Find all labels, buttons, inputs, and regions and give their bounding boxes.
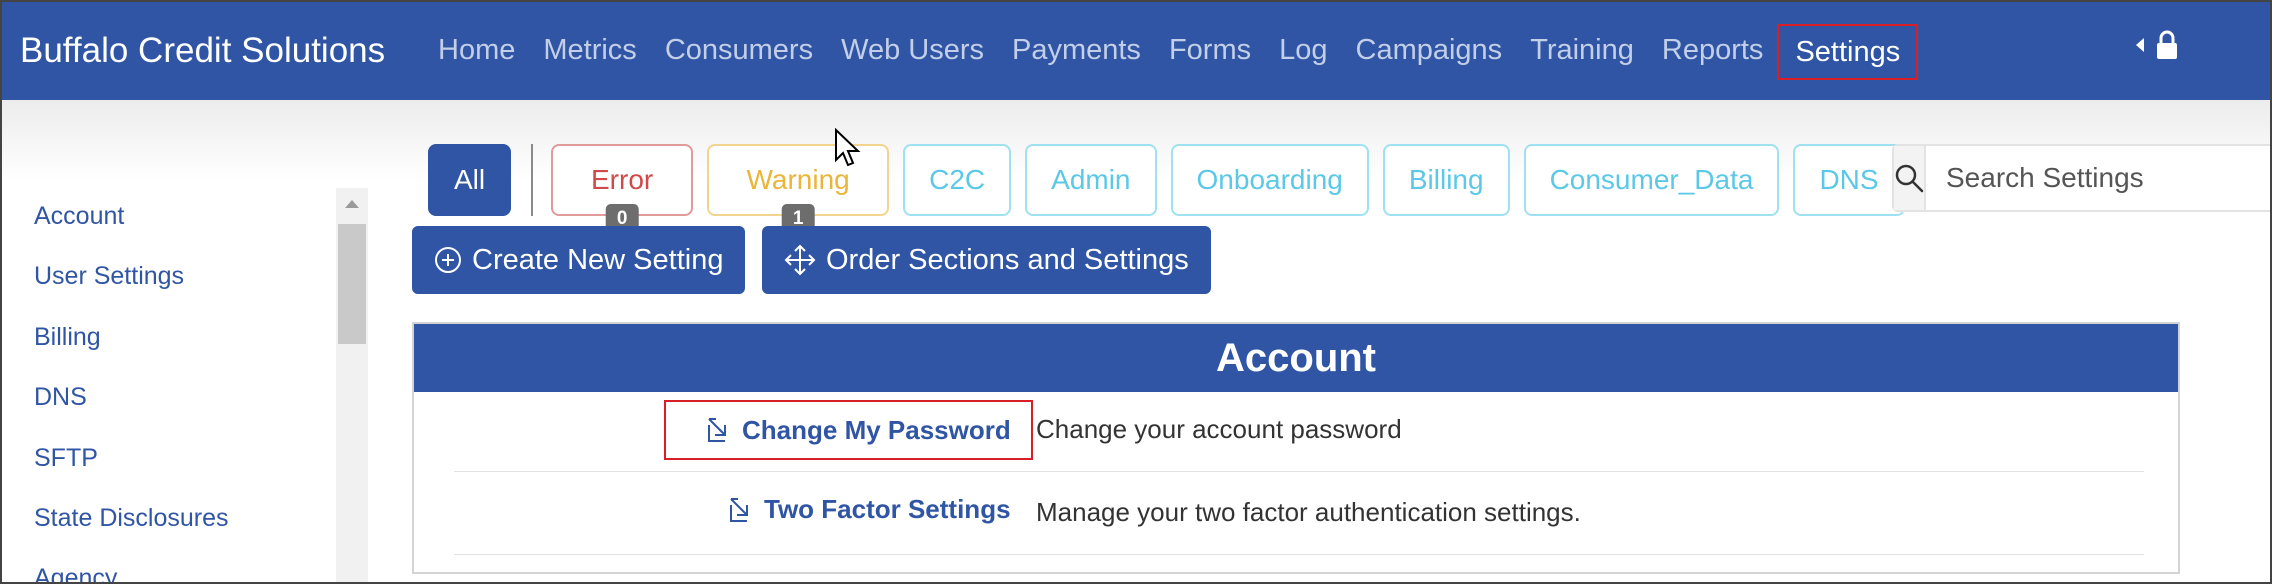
nav-payments[interactable]: Payments [998, 24, 1155, 80]
scrollbar-thumb[interactable] [338, 224, 366, 344]
filter-divider [531, 144, 534, 216]
create-new-setting-label: Create New Setting [472, 243, 724, 276]
filter-dns-button[interactable]: DNS [1793, 144, 1905, 216]
row-divider [454, 554, 2144, 555]
sidebar-item-agency[interactable]: Agency [34, 564, 117, 582]
order-sections-button[interactable]: Order Sections and Settings [762, 226, 1211, 294]
sidebar-item-dns[interactable]: DNS [34, 383, 87, 412]
change-password-label: Change My Password [742, 414, 1011, 445]
two-factor-settings-label: Two Factor Settings [764, 494, 1011, 524]
search-button[interactable] [1894, 146, 1926, 210]
app-window: Buffalo Credit Solutions Home Metrics Co… [0, 0, 2272, 584]
external-link-icon [708, 418, 726, 442]
sidebar-item-billing[interactable]: Billing [34, 323, 101, 352]
sidebar-item-state-disclosures[interactable]: State Disclosures [34, 504, 229, 533]
row-divider [454, 471, 2144, 472]
two-factor-settings-description: Manage your two factor authentication se… [1036, 497, 1581, 527]
sidebar-item-user-settings[interactable]: User Settings [34, 262, 184, 291]
change-password-description: Change your account password [1036, 414, 1402, 444]
nav-training[interactable]: Training [1516, 24, 1648, 80]
nav-settings[interactable]: Settings [1777, 24, 1919, 80]
search-input[interactable] [1926, 146, 2270, 210]
scroll-up-icon[interactable] [345, 200, 359, 208]
sidebar-item-account[interactable]: Account [34, 202, 124, 231]
section-title: Account [414, 324, 2178, 392]
sidebar-item-sftp[interactable]: SFTP [34, 444, 98, 473]
top-navbar: Buffalo Credit Solutions Home Metrics Co… [2, 2, 2270, 100]
filter-error-button[interactable]: Error 0 [551, 144, 694, 234]
settings-sidebar: Account User Settings Billing DNS SFTP S… [2, 182, 374, 582]
caret-left-icon[interactable] [2136, 38, 2144, 52]
plus-circle-icon [435, 247, 461, 273]
filter-billing-button[interactable]: Billing [1382, 144, 1510, 216]
nav-campaigns[interactable]: Campaigns [1342, 24, 1517, 80]
external-link-icon [730, 497, 748, 522]
nav-user-area [2136, 30, 2178, 60]
settings-search [1892, 144, 2270, 212]
filter-c2c-button[interactable]: C2C [903, 144, 1012, 216]
nav-web-users[interactable]: Web Users [827, 24, 998, 80]
create-new-setting-button[interactable]: Create New Setting [412, 226, 746, 294]
filter-onboarding-button[interactable]: Onboarding [1170, 144, 1369, 216]
main-nav: Home Metrics Consumers Web Users Payment… [424, 24, 1919, 80]
mouse-pointer-icon [835, 128, 861, 167]
nav-consumers[interactable]: Consumers [651, 24, 827, 80]
filter-consumer-data-button[interactable]: Consumer_Data [1523, 144, 1780, 216]
filter-bar: All Error 0 Warning 1 C2C Admin Onboardi… [428, 144, 1919, 234]
search-icon [1895, 164, 1924, 193]
brand-title[interactable]: Buffalo Credit Solutions [20, 27, 385, 75]
two-factor-settings-link[interactable]: Two Factor Settings [728, 494, 1011, 525]
filter-all-button[interactable]: All [428, 144, 512, 216]
change-password-link[interactable]: Change My Password [664, 400, 1033, 460]
order-sections-label: Order Sections and Settings [826, 243, 1189, 276]
filter-error-label: Error [591, 164, 654, 195]
lock-icon[interactable] [2156, 30, 2178, 60]
account-section: Account Change My Password Change your a… [412, 322, 2180, 574]
nav-metrics[interactable]: Metrics [529, 24, 650, 80]
nav-log[interactable]: Log [1265, 24, 1341, 80]
filter-admin-button[interactable]: Admin [1025, 144, 1157, 216]
nav-forms[interactable]: Forms [1155, 24, 1265, 80]
nav-reports[interactable]: Reports [1648, 24, 1778, 80]
move-arrows-icon [784, 244, 816, 276]
sidebar-scrollbar[interactable] [336, 188, 368, 582]
nav-home[interactable]: Home [424, 24, 529, 80]
